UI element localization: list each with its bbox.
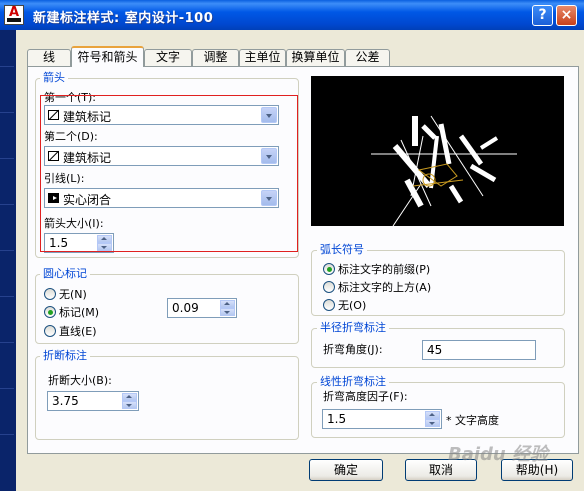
leader-arrow-label: 引线(L): <box>44 172 85 185</box>
tab-lines[interactable]: 线 <box>27 49 71 66</box>
chevron-down-icon[interactable] <box>261 190 277 206</box>
second-arrow-select[interactable]: 建筑标记 <box>44 146 279 166</box>
arc-above-label: 标注文字的上方(A) <box>338 281 432 294</box>
close-button[interactable]: × <box>556 5 577 26</box>
leader-arrow-value: 实心闭合 <box>63 193 112 207</box>
ok-button[interactable]: 确定 <box>309 459 383 481</box>
arrowheads-group-title: 箭头 <box>40 71 68 85</box>
second-arrow-value: 建筑标记 <box>63 151 112 165</box>
arrow-size-value: 1.5 <box>49 236 69 250</box>
spin-up-icon[interactable] <box>97 235 112 243</box>
jog-angle-value: 45 <box>427 343 443 357</box>
arc-prefix-label: 标注文字的前缀(P) <box>338 263 431 276</box>
spin-down-icon[interactable] <box>97 243 112 251</box>
dimension-preview <box>311 76 564 227</box>
chevron-down-icon[interactable] <box>261 148 277 164</box>
spin-down-icon[interactable] <box>220 308 235 316</box>
chevron-down-icon[interactable] <box>261 107 277 123</box>
break-size-spinner[interactable]: 3.75 <box>47 391 139 411</box>
second-arrow-label: 第二个(D): <box>44 130 98 143</box>
center-marks-group-title: 圆心标记 <box>40 267 90 281</box>
arc-length-group-title: 弧长符号 <box>317 243 367 257</box>
break-size-label: 折断大小(B): <box>48 374 112 387</box>
break-size-value: 3.75 <box>52 394 79 408</box>
first-arrow-value: 建筑标记 <box>63 110 112 124</box>
window-title: 新建标注样式: 室内设计-100 <box>33 11 214 26</box>
background-window-strip <box>0 30 16 491</box>
jog-height-label: 折弯高度因子(F): <box>323 390 408 403</box>
title-help-button[interactable]: ? <box>532 5 553 26</box>
center-mark-line-radio[interactable] <box>44 325 56 337</box>
jog-height-spinner[interactable]: 1.5 <box>322 409 442 429</box>
jog-angle-input[interactable]: 45 <box>422 340 536 360</box>
architectural-tick-icon <box>48 151 59 161</box>
architectural-tick-icon <box>48 110 59 120</box>
arrow-size-label: 箭头大小(I): <box>44 217 104 230</box>
radius-jog-group-title: 半径折弯标注 <box>317 321 389 335</box>
center-mark-line-label: 直线(E) <box>59 325 97 338</box>
linear-jog-group-title: 线性折弯标注 <box>317 375 389 389</box>
center-mark-size-spinner[interactable]: 0.09 <box>167 298 237 318</box>
arc-prefix-radio[interactable] <box>323 263 335 275</box>
center-mark-none-radio[interactable] <box>44 288 56 300</box>
tab-primary-units[interactable]: 主单位 <box>239 49 286 66</box>
center-mark-mark-radio[interactable] <box>44 306 56 318</box>
tab-fit[interactable]: 调整 <box>192 49 239 66</box>
spin-up-icon[interactable] <box>425 411 440 419</box>
leader-arrow-select[interactable]: 实心闭合 <box>44 188 279 208</box>
jog-height-value: 1.5 <box>327 412 347 426</box>
text-height-suffix: * 文字高度 <box>446 414 499 427</box>
center-mark-none-label: 无(N) <box>59 288 87 301</box>
arc-none-label: 无(O) <box>338 299 367 312</box>
first-arrow-select[interactable]: 建筑标记 <box>44 105 279 125</box>
tab-symbols-arrows[interactable]: 符号和箭头 <box>71 46 144 67</box>
jog-angle-label: 折弯角度(J): <box>323 343 383 356</box>
spin-down-icon[interactable] <box>425 419 440 427</box>
tab-text[interactable]: 文字 <box>144 49 192 66</box>
tab-tolerances[interactable]: 公差 <box>345 49 390 66</box>
tab-alternate-units[interactable]: 换算单位 <box>286 49 345 66</box>
arc-none-radio[interactable] <box>323 299 335 311</box>
closed-filled-arrow-icon <box>48 193 59 203</box>
center-mark-size-value: 0.09 <box>172 301 199 315</box>
arc-above-radio[interactable] <box>323 281 335 293</box>
first-arrow-label: 第一个(T): <box>44 91 97 104</box>
arrow-size-spinner[interactable]: 1.5 <box>44 233 114 253</box>
center-mark-mark-label: 标记(M) <box>59 306 100 319</box>
spin-up-icon[interactable] <box>122 393 137 401</box>
watermark: Baidu 经验 <box>448 444 549 465</box>
spin-down-icon[interactable] <box>122 401 137 409</box>
autocad-app-icon[interactable]: A <box>4 5 24 25</box>
spin-up-icon[interactable] <box>220 300 235 308</box>
dimension-break-group-title: 折断标注 <box>40 349 90 363</box>
title-bar: A 新建标注样式: 室内设计-100 ? × <box>0 0 584 30</box>
